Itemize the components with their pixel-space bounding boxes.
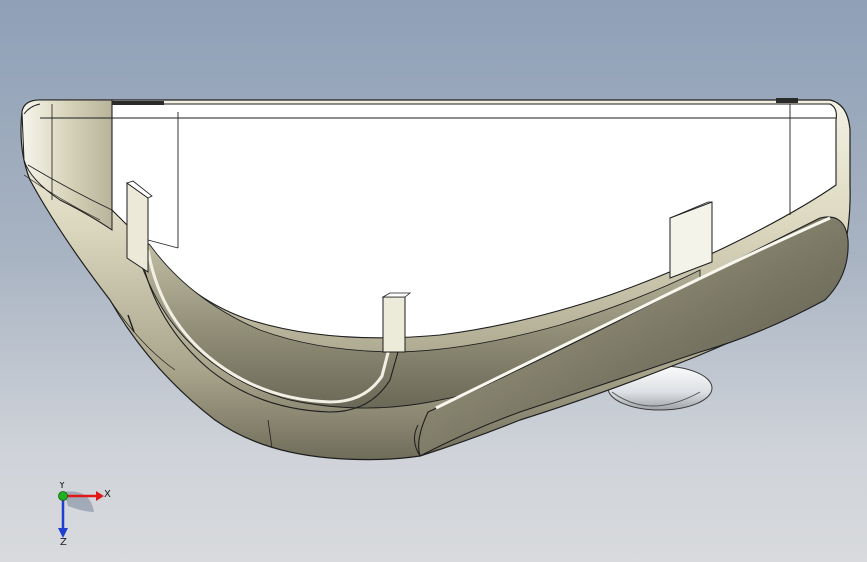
coordinate-triad[interactable]: X Y Z [44,482,114,546]
x-axis-label: X [104,489,111,500]
z-axis-label: Z [60,537,67,546]
graphics-viewport[interactable]: X Y Z [0,0,867,562]
y-axis-label: Y [58,482,66,491]
y-axis-dot [58,491,68,501]
3d-model-view[interactable] [0,0,867,562]
x-axis-arrowhead [96,491,104,501]
